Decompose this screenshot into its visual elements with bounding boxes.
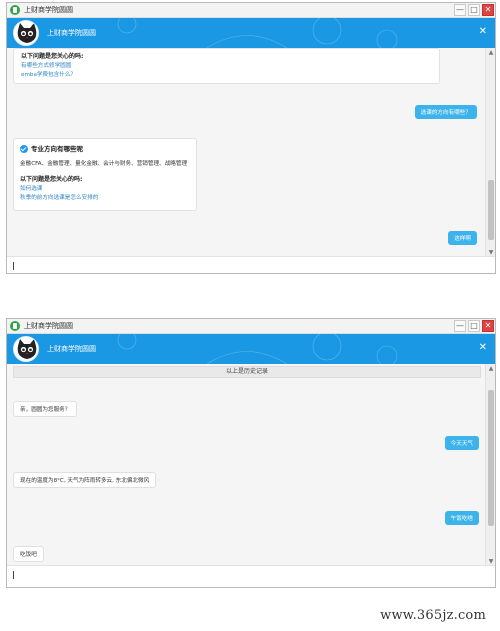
chat-history: 以下问题是您关心的吗: 有哪些方式修学圆圆 emba学费包含什么？ 选课的方向有… [7, 48, 485, 258]
suggestion-link[interactable]: 如何选课 [20, 185, 190, 194]
minimize-button[interactable]: — [454, 320, 466, 332]
suggestion-heading: 以下问题是您关心的吗: [21, 53, 84, 60]
answer-card: 专业方向有哪些呢 金融CFA、金融管理、量化金融、会计与财务、营销管理、战略管理… [13, 138, 197, 211]
suggestion-link[interactable]: emba学费包含什么？ [21, 71, 432, 80]
bot-message: 吃饭吧 [13, 546, 44, 562]
suggestion-link[interactable]: 秋季的前方向选课是怎么安排的 [20, 194, 190, 203]
close-window-button[interactable]: ✕ [482, 4, 494, 16]
app-icon [10, 321, 20, 331]
header-title: 上财商学院圆圆 [47, 345, 96, 353]
title-bar: 上财商学院圆圆 — □ ✕ [7, 319, 495, 334]
app-icon [10, 5, 20, 15]
suggestion-card: 以下问题是您关心的吗: 有哪些方式修学圆圆 emba学费包含什么？ [13, 48, 440, 84]
close-icon[interactable]: ✕ [479, 342, 487, 354]
title-bar: 上财商学院圆圆 — □ ✕ [7, 3, 495, 18]
maximize-button[interactable]: □ [468, 320, 480, 332]
text-caret [13, 262, 14, 270]
user-message: 今天天气 [444, 436, 479, 450]
window-title: 上财商学院圆圆 [24, 322, 73, 330]
chat-header: 上财商学院圆圆 ✕ [7, 18, 495, 48]
chat-window-2: 上财商学院圆圆 — □ ✕ 上财商学院圆圆 ✕ 以上是历史记录 亲，圆圆为您服务… [6, 318, 496, 588]
chat-history: 以上是历史记录 亲，圆圆为您服务？ 今天天气 现在的温度为8°C, 天气为阵雨转… [7, 364, 485, 567]
scroll-up-icon[interactable]: ▲ [487, 49, 495, 57]
message-input[interactable] [7, 256, 495, 273]
history-banner[interactable]: 以上是历史记录 [13, 366, 481, 378]
message-input[interactable] [7, 565, 495, 587]
chat-scrollbar[interactable]: ▲ ▼ [485, 48, 495, 258]
suggestion-link[interactable]: 有哪些方式修学圆圆 [21, 62, 432, 71]
close-window-button[interactable]: ✕ [482, 320, 494, 332]
user-message: 午饭吃啥 [444, 511, 479, 525]
chat-header: 上财商学院圆圆 ✕ [7, 334, 495, 364]
window-title: 上财商学院圆圆 [24, 6, 73, 14]
user-message: 选课的方向有哪些？ [414, 105, 477, 119]
header-title: 上财商学院圆圆 [47, 29, 96, 37]
cat-avatar-icon [13, 336, 39, 362]
answer-body: 金融CFA、金融管理、量化金融、会计与财务、营销管理、战略管理 [20, 161, 188, 168]
chat-scrollbar[interactable]: ▲ ▼ [485, 364, 495, 567]
minimize-button[interactable]: — [454, 4, 466, 16]
scroll-up-icon[interactable]: ▲ [487, 365, 495, 373]
watermark: www.365jz.com [380, 608, 486, 623]
chat-window-1: 上财商学院圆圆 — □ ✕ 上财商学院圆圆 ✕ 以下问题是您关心的吗: 有哪些方… [6, 2, 496, 274]
check-circle-icon [20, 145, 28, 154]
bot-message: 现在的温度为8°C, 天气为阵雨转多云, 东北偏北微风 [13, 472, 157, 488]
close-icon[interactable]: ✕ [479, 26, 487, 38]
scroll-thumb[interactable] [488, 390, 494, 526]
bot-message: 亲，圆圆为您服务？ [13, 401, 78, 417]
answer-title-text: 专业方向有哪些呢 [31, 145, 83, 153]
suggestion-heading: 以下问题是您关心的吗: [20, 176, 83, 184]
text-caret [13, 571, 14, 579]
cat-avatar-icon [13, 20, 39, 46]
scroll-thumb[interactable] [488, 180, 494, 240]
maximize-button[interactable]: □ [468, 4, 480, 16]
answer-title: 专业方向有哪些呢 [20, 144, 190, 154]
user-message: 这样啊 [448, 231, 477, 245]
